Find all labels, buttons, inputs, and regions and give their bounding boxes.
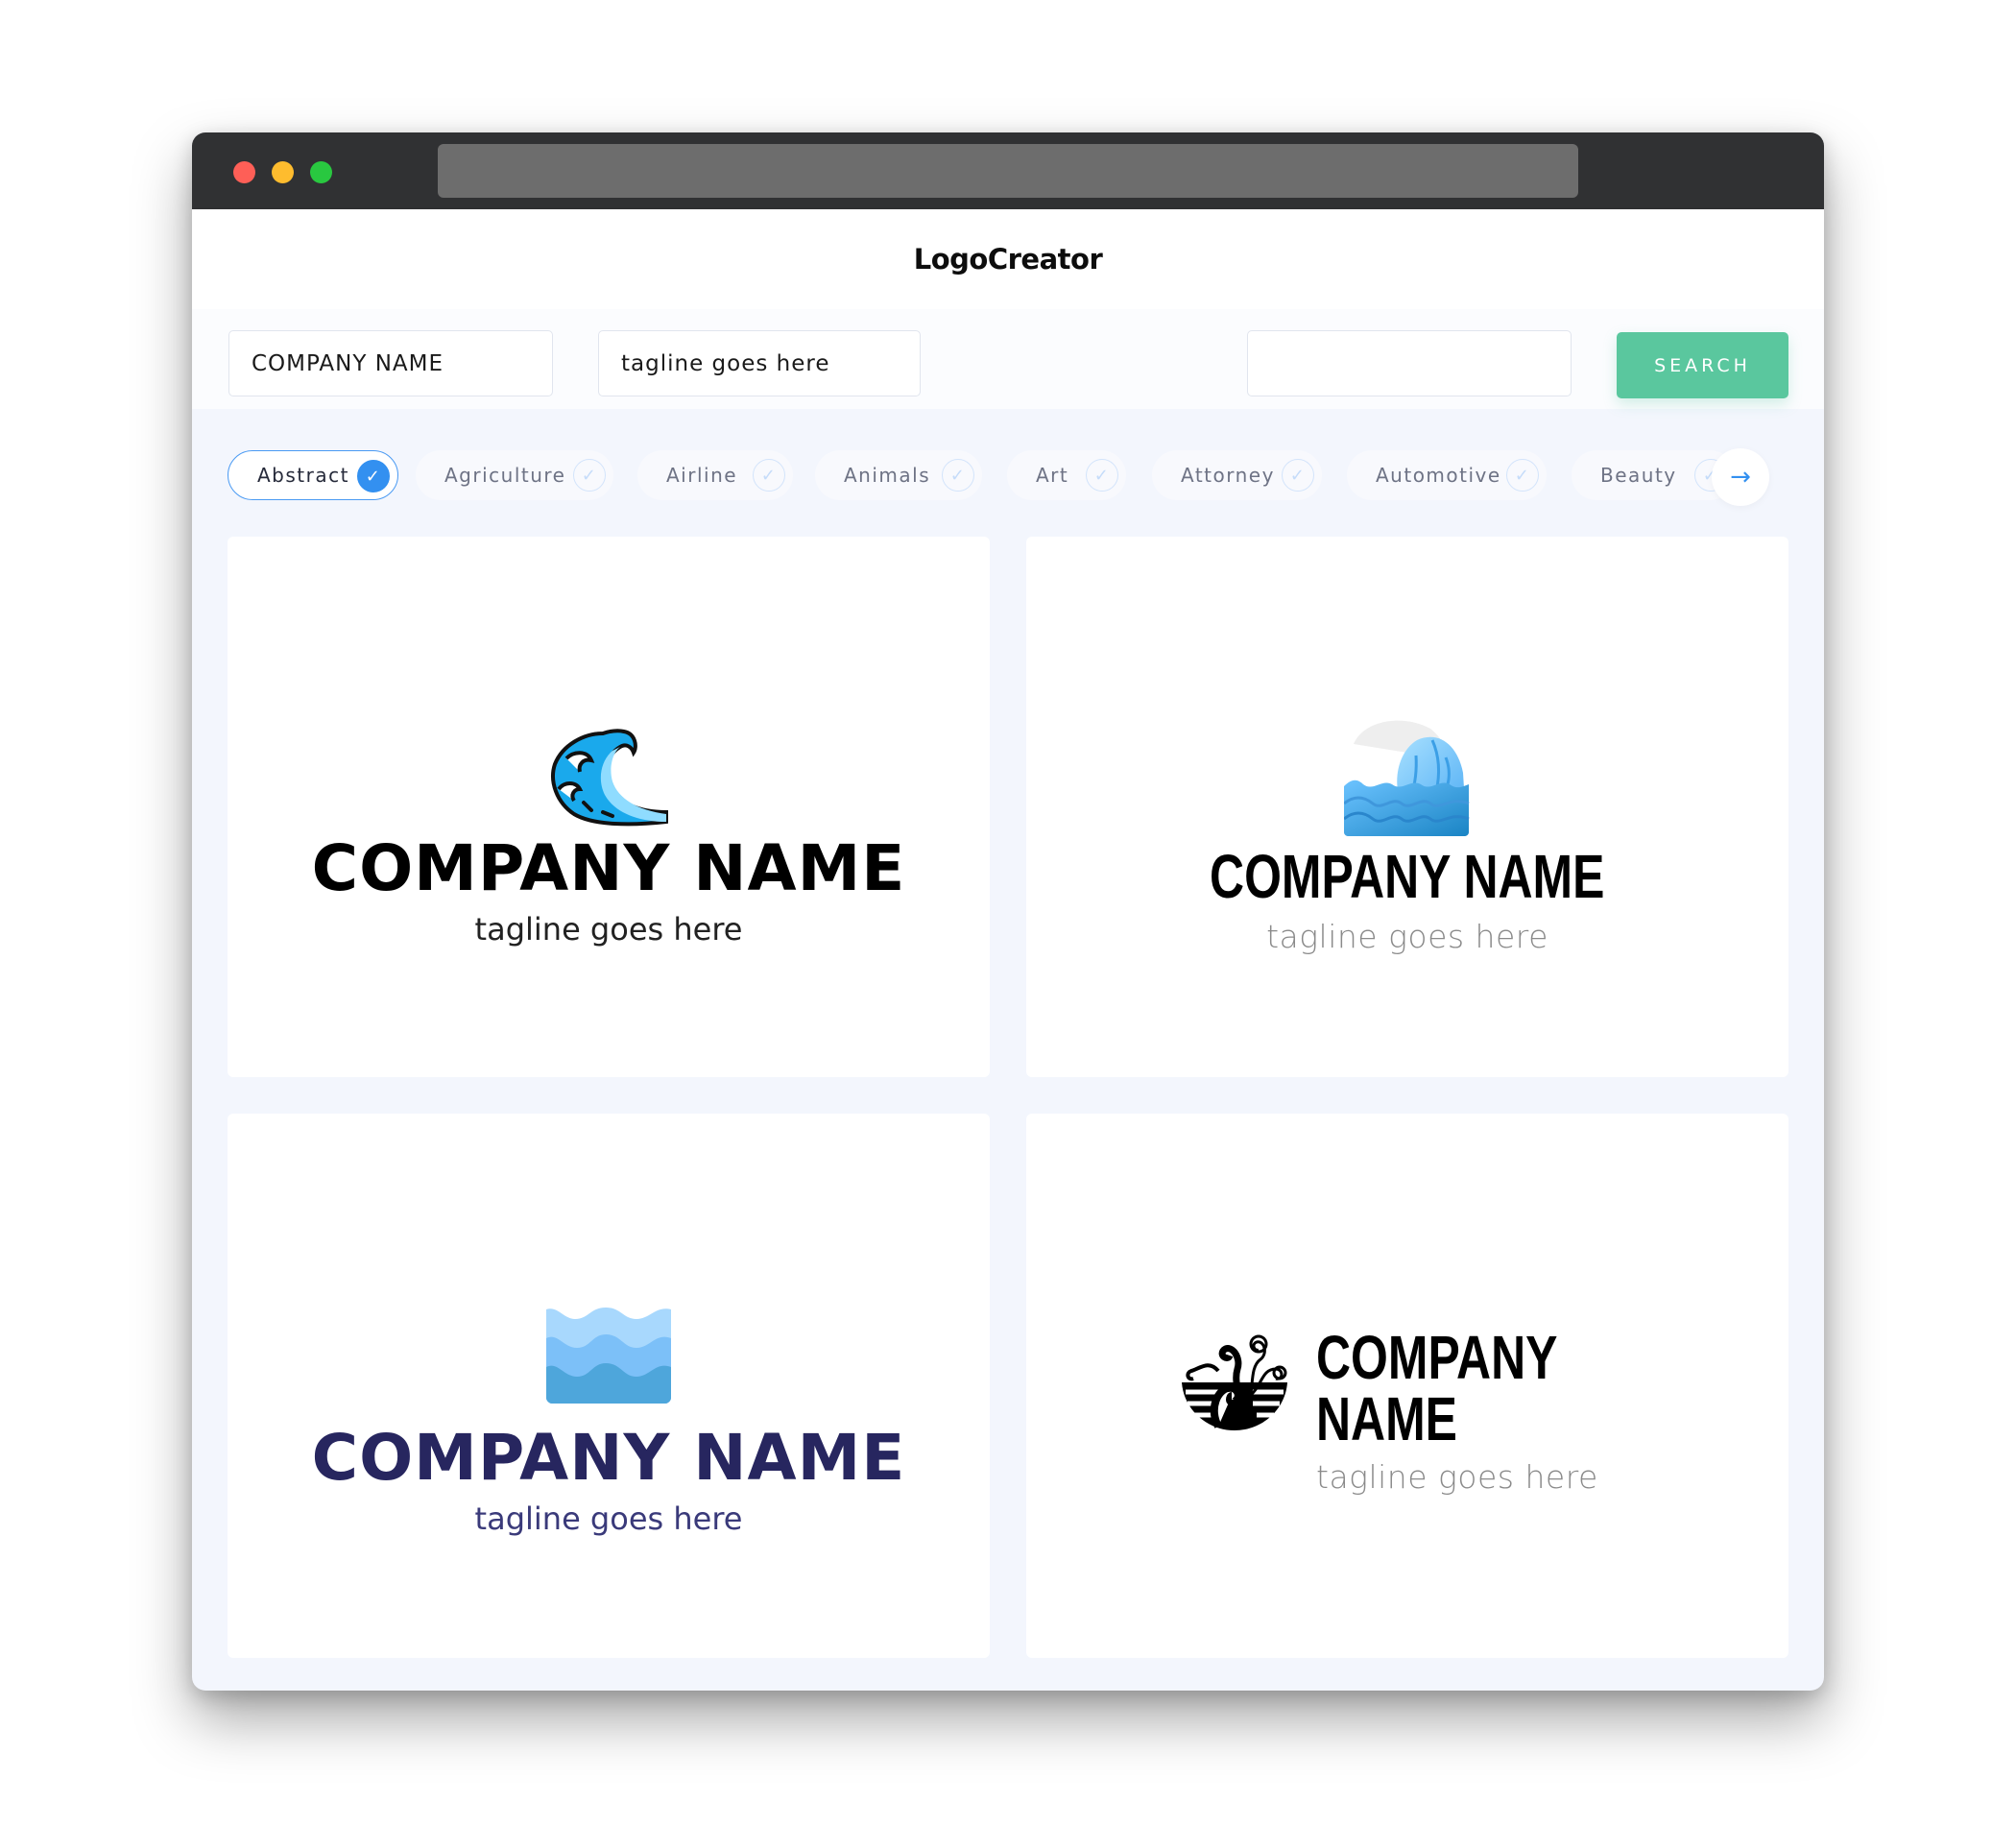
category-label: Automotive <box>1376 464 1501 487</box>
company-name-text: COMPANY NAME <box>311 831 906 905</box>
logo-card[interactable]: COMPANY NAME tagline goes here <box>1026 537 1788 1077</box>
address-bar[interactable] <box>438 144 1578 198</box>
category-label: Art <box>1036 464 1069 487</box>
tagline-text: tagline goes here <box>1266 918 1548 955</box>
category-chip-beauty[interactable]: Beauty ✓ <box>1572 450 1735 500</box>
category-label: Agriculture <box>444 464 566 487</box>
checkmark-icon: ✓ <box>1506 459 1539 492</box>
tagline-input[interactable]: tagline goes here <box>598 330 921 396</box>
category-label: Attorney <box>1181 464 1275 487</box>
company-name-text: COMPANY NAME <box>311 1421 906 1495</box>
keyword-input[interactable] <box>1247 330 1572 396</box>
logo-card[interactable]: COMPANY NAME tagline goes here <box>228 1114 990 1658</box>
category-chip-animals[interactable]: Animals ✓ <box>815 450 982 500</box>
close-window-button[interactable] <box>233 161 255 183</box>
search-bar: COMPANY NAME tagline goes here SEARCH <box>192 309 1824 409</box>
maximize-window-button[interactable] <box>310 161 332 183</box>
company-name-text: COMPANY NAME <box>1210 842 1605 911</box>
checkmark-icon: ✓ <box>753 459 785 492</box>
tagline-text: tagline goes here <box>474 911 743 948</box>
arrow-right-icon: → <box>1730 463 1751 492</box>
next-categories-button[interactable]: → <box>1712 448 1769 506</box>
tagline-text: tagline goes here <box>1316 1458 1598 1496</box>
app-title: LogoCreator <box>913 243 1103 276</box>
category-chip-airline[interactable]: Airline ✓ <box>637 450 793 500</box>
category-filter-bar: Abstract ✓ Agriculture ✓ Airline ✓ Anima… <box>228 450 1788 500</box>
checkmark-icon: ✓ <box>1282 459 1314 492</box>
company-name-text: COMPANY NAME <box>1316 1323 1557 1453</box>
checkmark-icon: ✓ <box>573 459 606 492</box>
company-name-input[interactable]: COMPANY NAME <box>228 330 553 396</box>
category-chip-attorney[interactable]: Attorney ✓ <box>1152 450 1322 500</box>
checkmark-icon: ✓ <box>357 460 390 492</box>
category-chip-art[interactable]: Art ✓ <box>1007 450 1126 500</box>
wave-gradient-icon <box>1344 720 1470 836</box>
category-label: Airline <box>666 464 738 487</box>
category-label: Animals <box>844 464 931 487</box>
browser-window: LogoCreator COMPANY NAME tagline goes he… <box>192 132 1824 1691</box>
search-button[interactable]: SEARCH <box>1617 332 1788 398</box>
checkmark-icon: ✓ <box>1086 459 1118 492</box>
logo-card[interactable]: COMPANY NAME tagline goes here <box>1026 1114 1788 1658</box>
checkmark-icon: ✓ <box>942 459 974 492</box>
tagline-text: tagline goes here <box>474 1500 743 1537</box>
wave-outline-icon <box>551 729 668 827</box>
category-chip-agriculture[interactable]: Agriculture ✓ <box>416 450 613 500</box>
app-header: LogoCreator <box>192 209 1824 309</box>
logo-card[interactable]: COMPANY NAME tagline goes here <box>228 537 990 1077</box>
minimize-window-button[interactable] <box>272 161 294 183</box>
category-label: Beauty <box>1600 464 1677 487</box>
title-bar <box>192 132 1824 209</box>
category-chip-abstract[interactable]: Abstract ✓ <box>228 450 398 500</box>
category-label: Abstract <box>257 464 349 487</box>
water-layers-icon <box>546 1308 671 1404</box>
category-chip-automotive[interactable]: Automotive ✓ <box>1347 450 1547 500</box>
swirl-wave-circle-icon <box>1182 1334 1287 1430</box>
